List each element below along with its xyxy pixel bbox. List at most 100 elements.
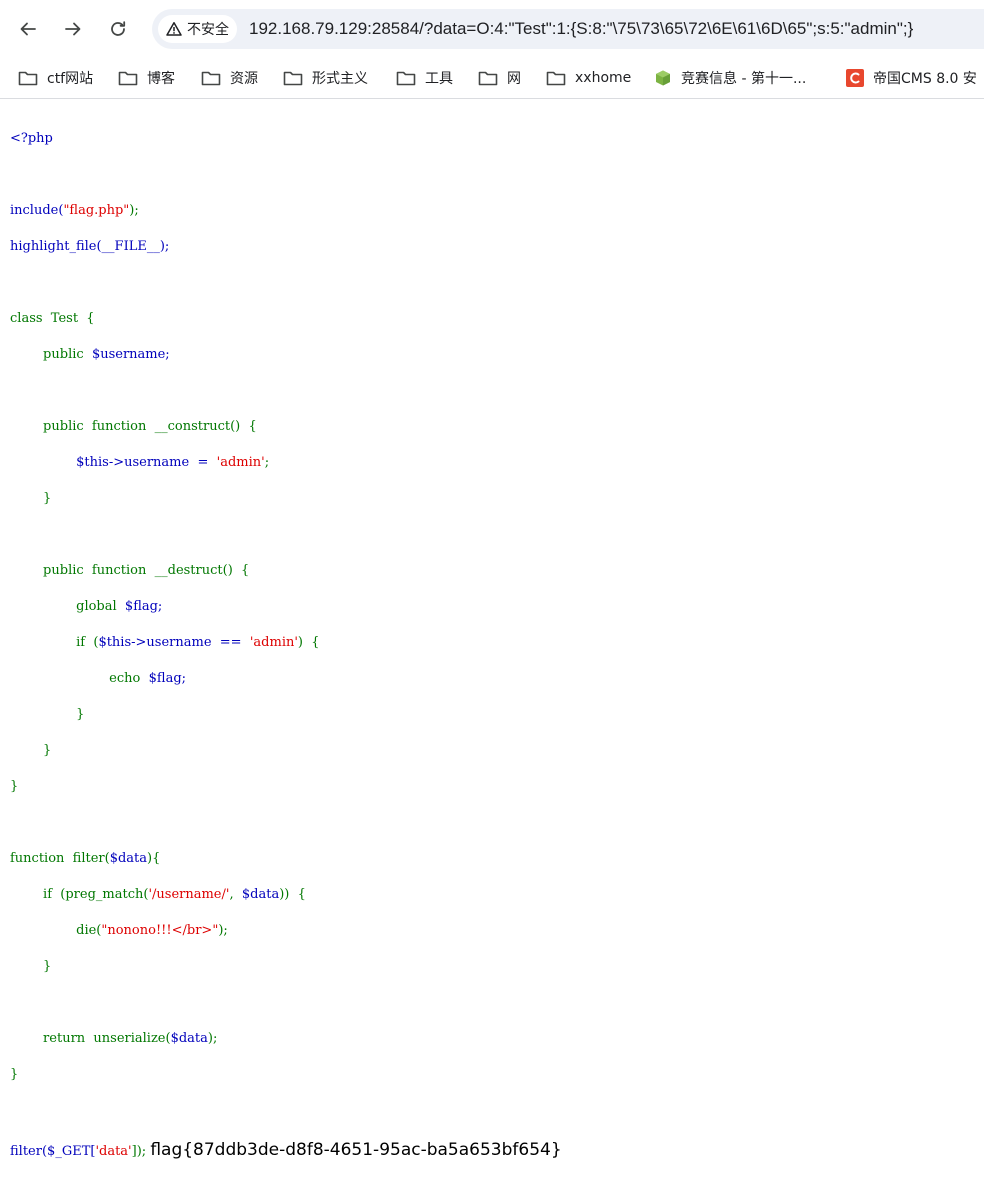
- security-chip[interactable]: 不安全: [158, 15, 237, 43]
- code-line: echo $flag;: [10, 670, 562, 688]
- code-token: $flag;: [148, 671, 187, 686]
- code-string: "nonono!!!</br>": [101, 923, 219, 938]
- bookmark-label: 工具: [425, 71, 453, 87]
- bookmark-label: 形式主义: [312, 71, 368, 87]
- bookmark-formalism[interactable]: 形式主义: [283, 64, 368, 92]
- bookmark-label: 竞赛信息 - 第十一...: [681, 71, 807, 87]
- code-token: );: [207, 1031, 218, 1046]
- code-line: global $flag;: [10, 598, 562, 616]
- reload-icon: [111, 21, 126, 36]
- code-line: die("nonono!!!</br>");: [10, 922, 562, 940]
- code-token: }: [10, 779, 19, 794]
- folder-icon: [18, 71, 38, 86]
- back-button[interactable]: [11, 12, 45, 46]
- bookmark-ctf[interactable]: ctf网站: [18, 64, 93, 92]
- folder-icon: [546, 71, 566, 86]
- code-token: );: [129, 203, 139, 218]
- code-token: $flag;: [124, 599, 163, 614]
- folder-icon: [118, 71, 138, 86]
- address-bar[interactable]: 不安全 192.168.79.129:28584/?data=O:4:"Test…: [152, 9, 984, 49]
- url-text[interactable]: 192.168.79.129:28584/?data=O:4:"Test":1:…: [249, 19, 913, 39]
- code-line: }: [10, 1066, 562, 1084]
- bookmark-label: 博客: [147, 71, 175, 87]
- folder-icon: [283, 71, 303, 86]
- code-token: $this->username =: [10, 455, 217, 470]
- code-token: $_GET[: [47, 1144, 96, 1159]
- code-token: $username;: [91, 347, 170, 362]
- code-token: return unserialize(: [10, 1031, 171, 1046]
- code-token: public: [10, 347, 92, 362]
- bookmark-web[interactable]: 网: [478, 64, 521, 92]
- security-label: 不安全: [187, 22, 229, 38]
- code-token: ,: [229, 887, 242, 902]
- code-token: public function __destruct() {: [10, 563, 250, 578]
- code-token: if (: [10, 635, 99, 650]
- folder-icon: [478, 71, 498, 86]
- code-token: filter(: [10, 1144, 48, 1159]
- code-token: }: [10, 743, 52, 758]
- code-token: die(: [10, 923, 102, 938]
- code-token: public function __construct() {: [10, 419, 257, 434]
- bookmark-empirecms[interactable]: 帝国CMS 8.0 安: [846, 64, 977, 92]
- code-token: $data: [170, 1031, 208, 1046]
- code-string: 'admin': [249, 635, 298, 650]
- code-line: <?php: [10, 130, 562, 148]
- bookmark-label: ctf网站: [47, 71, 94, 87]
- code-token: $this->username ==: [98, 635, 250, 650]
- forward-button[interactable]: [56, 12, 90, 46]
- code-token: <?php: [10, 131, 53, 146]
- bookmark-xxhome[interactable]: xxhome: [546, 64, 631, 92]
- code-string: 'admin': [216, 455, 265, 470]
- php-source-code: <?php include("flag.php"); highlight_fil…: [10, 112, 562, 1180]
- bookmark-resources[interactable]: 资源: [201, 64, 258, 92]
- code-line: function filter($data){: [10, 850, 562, 868]
- code-line: filter($_GET['data']); flag{87ddb3de-d8f…: [10, 1138, 562, 1162]
- code-line: }: [10, 958, 562, 976]
- code-line: }: [10, 778, 562, 796]
- code-token: global: [10, 599, 125, 614]
- code-line: if (preg_match('/username/', $data)) {: [10, 886, 562, 904]
- back-arrow-icon: [20, 22, 36, 36]
- code-string: '/username/': [148, 887, 230, 902]
- code-token: function filter(: [10, 851, 110, 866]
- code-line: public function __construct() {: [10, 418, 562, 436]
- code-token: if (preg_match(: [10, 887, 149, 902]
- code-line: public $username;: [10, 346, 562, 364]
- bookmark-tools[interactable]: 工具: [396, 64, 453, 92]
- reload-button[interactable]: [101, 12, 135, 46]
- code-line: include("flag.php");: [10, 202, 562, 220]
- code-token: }: [10, 491, 52, 506]
- bookmark-competition[interactable]: 竞赛信息 - 第十一...: [654, 64, 806, 92]
- code-token: ;: [264, 455, 270, 470]
- flag-output: flag{87ddb3de-d8f8-4651-95ac-ba5a653bf65…: [150, 1140, 562, 1160]
- code-token: ) {: [297, 635, 320, 650]
- forward-arrow-icon: [65, 22, 81, 36]
- code-line: return unserialize($data);: [10, 1030, 562, 1048]
- cube-icon: [656, 70, 670, 86]
- bookmark-label: 帝国CMS 8.0 安: [873, 71, 977, 87]
- c-logo-icon: [846, 69, 864, 87]
- code-token: }: [10, 1067, 19, 1082]
- code-token: $data: [109, 851, 148, 866]
- folder-icon: [201, 71, 221, 86]
- code-line: if ($this->username == 'admin') {: [10, 634, 562, 652]
- code-token: )) {: [279, 887, 306, 902]
- code-line: }: [10, 706, 562, 724]
- folder-icon: [396, 71, 416, 86]
- code-token: $data: [241, 887, 280, 902]
- code-line: }: [10, 490, 562, 508]
- bookmark-blog[interactable]: 博客: [118, 64, 175, 92]
- bookmarks-bar: ctf网站 博客 资源 形式主义 工具 网 xxhome 竞赛信息 - 第十一.…: [0, 58, 984, 99]
- code-token: ]);: [131, 1144, 147, 1159]
- bookmark-label: xxhome: [575, 70, 632, 86]
- code-line: }: [10, 742, 562, 760]
- warning-triangle-icon: [166, 22, 182, 36]
- code-line: $this->username = 'admin';: [10, 454, 562, 472]
